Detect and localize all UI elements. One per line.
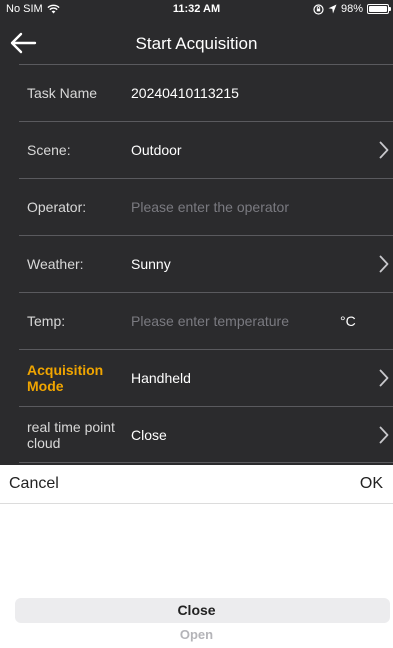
temp-unit: °C xyxy=(340,313,356,329)
picker-option-selected[interactable]: Close xyxy=(0,602,393,618)
row-weather[interactable]: Weather: Sunny xyxy=(19,235,393,292)
ok-button[interactable]: OK xyxy=(360,475,383,493)
orientation-lock-icon xyxy=(313,3,324,15)
acquisition-mode-value[interactable]: Handheld xyxy=(131,350,191,406)
temp-label: Temp: xyxy=(27,313,66,329)
acquisition-form: Task Name 20240410113215 Scene: Outdoor … xyxy=(0,64,393,463)
scene-label: Scene: xyxy=(27,142,71,158)
row-task-name: Task Name 20240410113215 xyxy=(19,64,393,121)
form-screen: No SIM 11:32 AM 98% Start Acquisition Ta… xyxy=(0,0,393,465)
chevron-right-icon[interactable] xyxy=(379,255,389,273)
page-title: Start Acquisition xyxy=(135,34,258,53)
picker-toolbar: Cancel OK xyxy=(0,465,393,504)
weather-value[interactable]: Sunny xyxy=(131,236,171,292)
operator-label: Operator: xyxy=(27,199,87,215)
picker-option[interactable]: Open xyxy=(0,627,393,642)
temp-input[interactable]: Please enter temperature xyxy=(131,293,289,349)
realtime-value[interactable]: Close xyxy=(131,407,167,462)
cancel-button[interactable]: Cancel xyxy=(9,475,59,493)
nav-bar: Start Acquisition xyxy=(0,22,393,64)
row-acquisition-mode[interactable]: Acquisition Mode Handheld xyxy=(19,349,393,406)
acquisition-mode-label: Acquisition Mode xyxy=(27,362,104,394)
row-temp: Temp: Please enter temperature °C xyxy=(19,292,393,349)
battery-icon xyxy=(367,4,391,14)
operator-input[interactable]: Please enter the operator xyxy=(131,179,289,235)
status-right: 98% xyxy=(313,3,391,15)
status-bar: No SIM 11:32 AM 98% xyxy=(0,0,393,18)
row-realtime-point-cloud[interactable]: real time point cloud Close xyxy=(19,406,393,463)
chevron-right-icon[interactable] xyxy=(379,141,389,159)
row-operator: Operator: Please enter the operator xyxy=(19,178,393,235)
task-name-value[interactable]: 20240410113215 xyxy=(131,65,239,121)
chevron-right-icon[interactable] xyxy=(379,369,389,387)
weather-label: Weather: xyxy=(27,256,84,272)
battery-percent: 98% xyxy=(340,3,363,15)
row-scene[interactable]: Scene: Outdoor xyxy=(19,121,393,178)
location-icon xyxy=(328,4,337,14)
chevron-right-icon[interactable] xyxy=(379,426,389,444)
scene-value[interactable]: Outdoor xyxy=(131,122,182,178)
task-name-label: Task Name xyxy=(27,85,98,101)
realtime-label: real time point cloud xyxy=(27,418,115,451)
